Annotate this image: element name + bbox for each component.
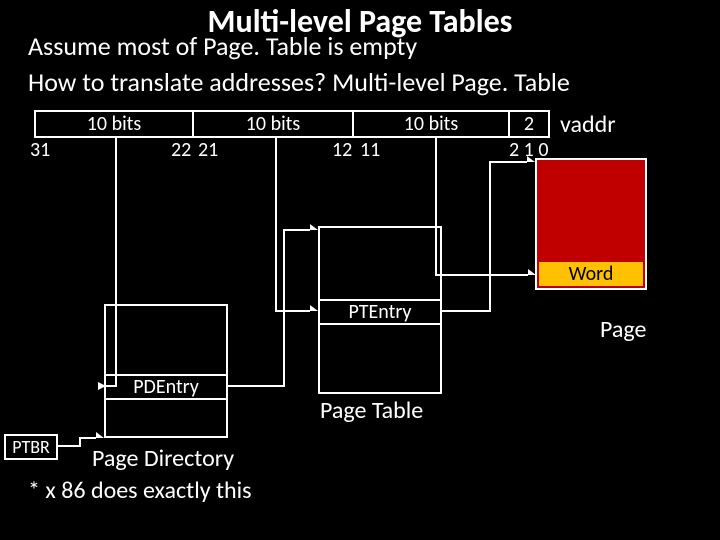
body-line-2: How to translate addresses? Multi-level … (28, 66, 570, 98)
bitfield-word-offset: 2 (510, 110, 550, 138)
bitfield-page-offset: 10 bits (354, 110, 510, 138)
bit-label-21: 21 (198, 138, 218, 162)
ptentry-slot: PTEntry (320, 299, 440, 325)
bit-label-11: 11 (360, 138, 380, 162)
ptbr-box: PTBR (4, 434, 58, 460)
bitfield-dir-index: 10 bits (34, 110, 194, 138)
bit-label-12: 12 (332, 138, 352, 162)
page-label: Page (600, 315, 646, 344)
body-line-1: Assume most of Page. Table is empty (28, 30, 417, 62)
bit-label-22: 22 (171, 138, 191, 162)
page-directory-box (104, 304, 228, 438)
page-directory-label: Page Directory (92, 444, 234, 473)
bitfield-table-index: 10 bits (194, 110, 354, 138)
page-table-label: Page Table (320, 396, 423, 425)
word-slot: Word (537, 260, 645, 288)
vaddr-bitfield: 10 bits 10 bits 10 bits 2 (34, 110, 550, 138)
pdentry-slot: PDEntry (106, 374, 226, 400)
vaddr-label: vaddr (560, 110, 616, 139)
footnote: * x 86 does exactly this (28, 476, 252, 505)
bit-label-31: 31 (30, 138, 50, 162)
